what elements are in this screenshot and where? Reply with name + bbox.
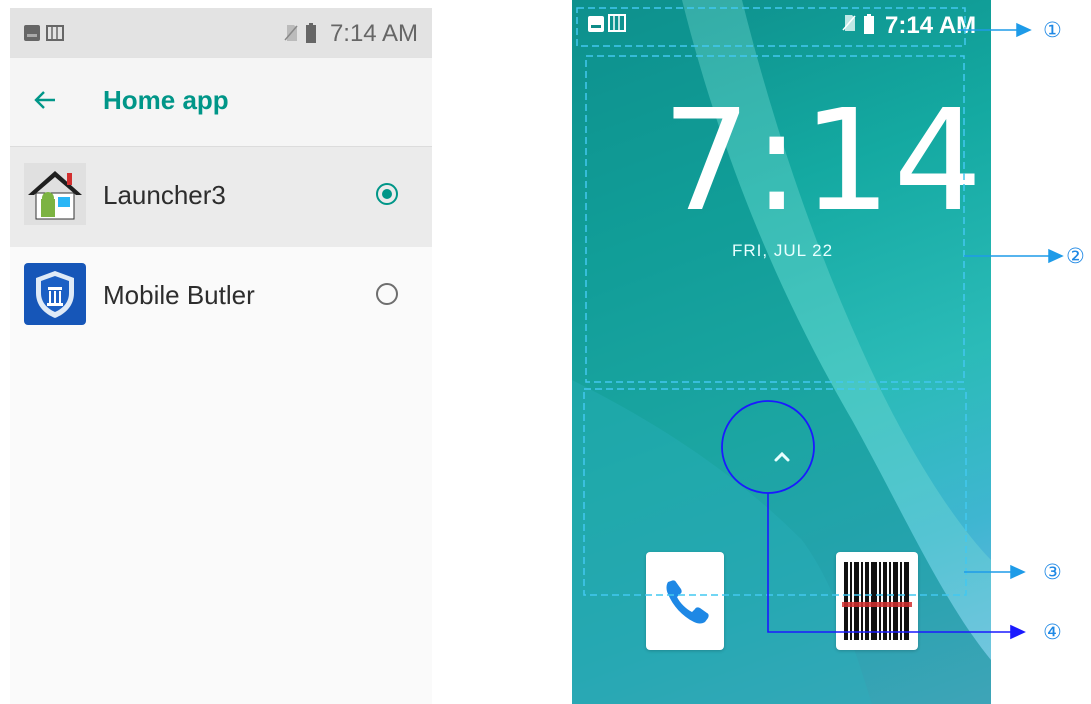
chevron-up-icon[interactable]: [771, 449, 793, 465]
back-arrow-icon[interactable]: [34, 90, 56, 110]
home-app-settings-screen: 7:14 AM Home app Launcher3 Mobile Butler: [10, 8, 432, 704]
status-time: 7:14 AM: [329, 20, 418, 47]
callout-2-arrowhead: [1048, 248, 1064, 264]
callout-3-arrowhead: [1010, 564, 1026, 580]
mobile-butler-shield-icon: [24, 263, 86, 325]
barcode-icon: [842, 562, 912, 640]
status-time: 7:14 AM: [885, 12, 977, 39]
image-notification-icon: [24, 25, 40, 41]
app-label: Mobile Butler: [103, 280, 255, 310]
no-sim-icon: [284, 25, 298, 41]
phone-app-icon[interactable]: [646, 552, 724, 650]
status-bar: 7:14 AM: [572, 0, 991, 48]
clock-time: 7:14: [662, 80, 985, 243]
lock-screen: 7:14 AM 7:14 FRI, JUL 22: [572, 0, 991, 704]
app-option-mobile-butler[interactable]: Mobile Butler: [10, 247, 432, 347]
sim-card-icon: [46, 25, 64, 41]
image-notification-icon: [588, 16, 604, 32]
sim-card-icon: [608, 14, 626, 32]
callout-2-label: ②: [1066, 244, 1085, 268]
callout-4-arrowhead: [1010, 624, 1026, 640]
page-title: Home app: [103, 85, 229, 115]
phone-icon: [666, 580, 709, 624]
callout-1-label: ①: [1043, 18, 1062, 42]
app-label: Launcher3: [103, 180, 226, 210]
no-sim-icon: [842, 15, 856, 31]
radio-unselected[interactable]: [376, 283, 398, 305]
callout-3-label: ③: [1043, 560, 1062, 584]
battery-icon: [306, 23, 316, 43]
toolbar: Home app: [10, 58, 432, 147]
battery-icon: [864, 14, 874, 34]
radio-selected[interactable]: [376, 183, 398, 205]
launcher3-house-icon: [24, 163, 86, 225]
clock-date: FRI, JUL 22: [732, 241, 834, 260]
barcode-scanner-app-icon[interactable]: [836, 552, 918, 650]
status-bar: 7:14 AM: [10, 8, 432, 58]
callout-1-arrowhead: [1016, 22, 1032, 38]
app-option-launcher3[interactable]: Launcher3: [10, 147, 432, 247]
callout-4-label: ④: [1043, 620, 1062, 644]
